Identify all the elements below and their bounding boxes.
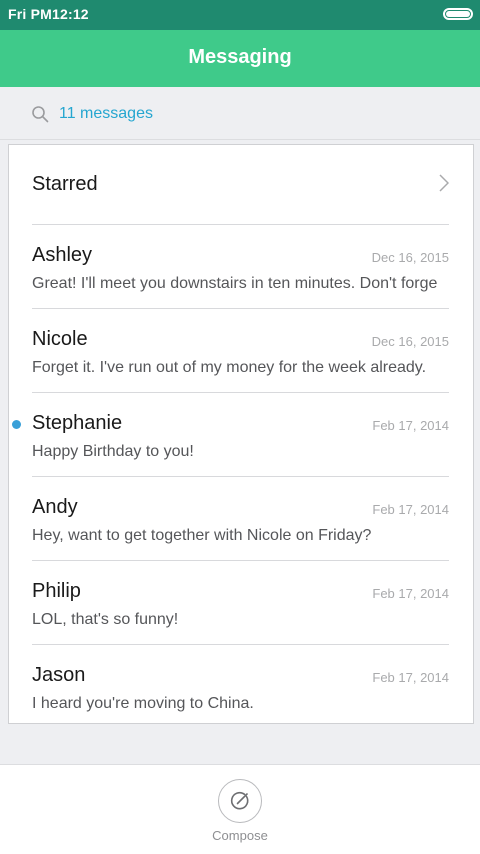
page-title: Messaging — [188, 46, 292, 68]
message-preview: Great! I'll meet you downstairs in ten m… — [32, 275, 438, 292]
message-item[interactable]: Ashley Dec 16, 2015 Great! I'll meet you… — [9, 225, 473, 309]
message-date: Dec 16, 2015 — [371, 250, 449, 265]
sender-name: Andy — [32, 496, 78, 518]
message-item[interactable]: Nicole Dec 16, 2015 Forget it. I've run … — [9, 309, 473, 393]
status-bar: Fri PM12:12 — [0, 0, 480, 30]
sender-name: Nicole — [32, 328, 88, 350]
sender-name: Stephanie — [32, 412, 123, 434]
message-preview: Hey, want to get together with Nicole on… — [32, 527, 372, 544]
message-date: Dec 16, 2015 — [371, 334, 449, 349]
sender-name: Jason — [32, 664, 86, 686]
message-date: Feb 17, 2014 — [372, 586, 449, 601]
message-list: Starred Ashley Dec 16, 2015 Great! I'll … — [8, 144, 474, 724]
starred-row[interactable]: Starred — [9, 145, 473, 224]
message-item[interactable]: Andy Feb 17, 2014 Hey, want to get toget… — [9, 477, 473, 561]
battery-fill — [446, 11, 470, 17]
compose-button[interactable] — [218, 779, 262, 823]
search-bar[interactable]: 11 messages — [0, 87, 480, 140]
message-preview: LOL, that's so funny! — [32, 611, 179, 628]
chevron-right-icon — [439, 174, 449, 192]
message-date: Feb 17, 2014 — [372, 418, 449, 433]
starred-label: Starred — [32, 173, 98, 195]
search-icon — [32, 106, 49, 123]
sender-name: Ashley — [32, 244, 93, 266]
message-count: 11 messages — [59, 105, 153, 122]
unread-indicator — [12, 420, 21, 429]
compose-label: Compose — [212, 828, 268, 843]
app-header: Messaging — [0, 30, 480, 87]
message-date: Feb 17, 2014 — [372, 502, 449, 517]
message-preview: Happy Birthday to you! — [32, 443, 194, 460]
bottom-bar: Compose — [0, 764, 480, 854]
battery-icon — [443, 8, 473, 20]
message-preview: I heard you're moving to China. — [32, 695, 254, 712]
message-item[interactable]: Philip Feb 17, 2014 LOL, that's so funny… — [9, 561, 473, 645]
status-time: Fri PM12:12 — [8, 6, 89, 22]
message-preview: Forget it. I've run out of my money for … — [32, 359, 427, 376]
message-item[interactable]: Jason Feb 17, 2014 I heard you're moving… — [9, 645, 473, 729]
message-date: Feb 17, 2014 — [372, 670, 449, 685]
sender-name: Philip — [32, 580, 81, 602]
message-item[interactable]: Stephanie Feb 17, 2014 Happy Birthday to… — [9, 393, 473, 477]
compose-icon — [230, 791, 249, 810]
